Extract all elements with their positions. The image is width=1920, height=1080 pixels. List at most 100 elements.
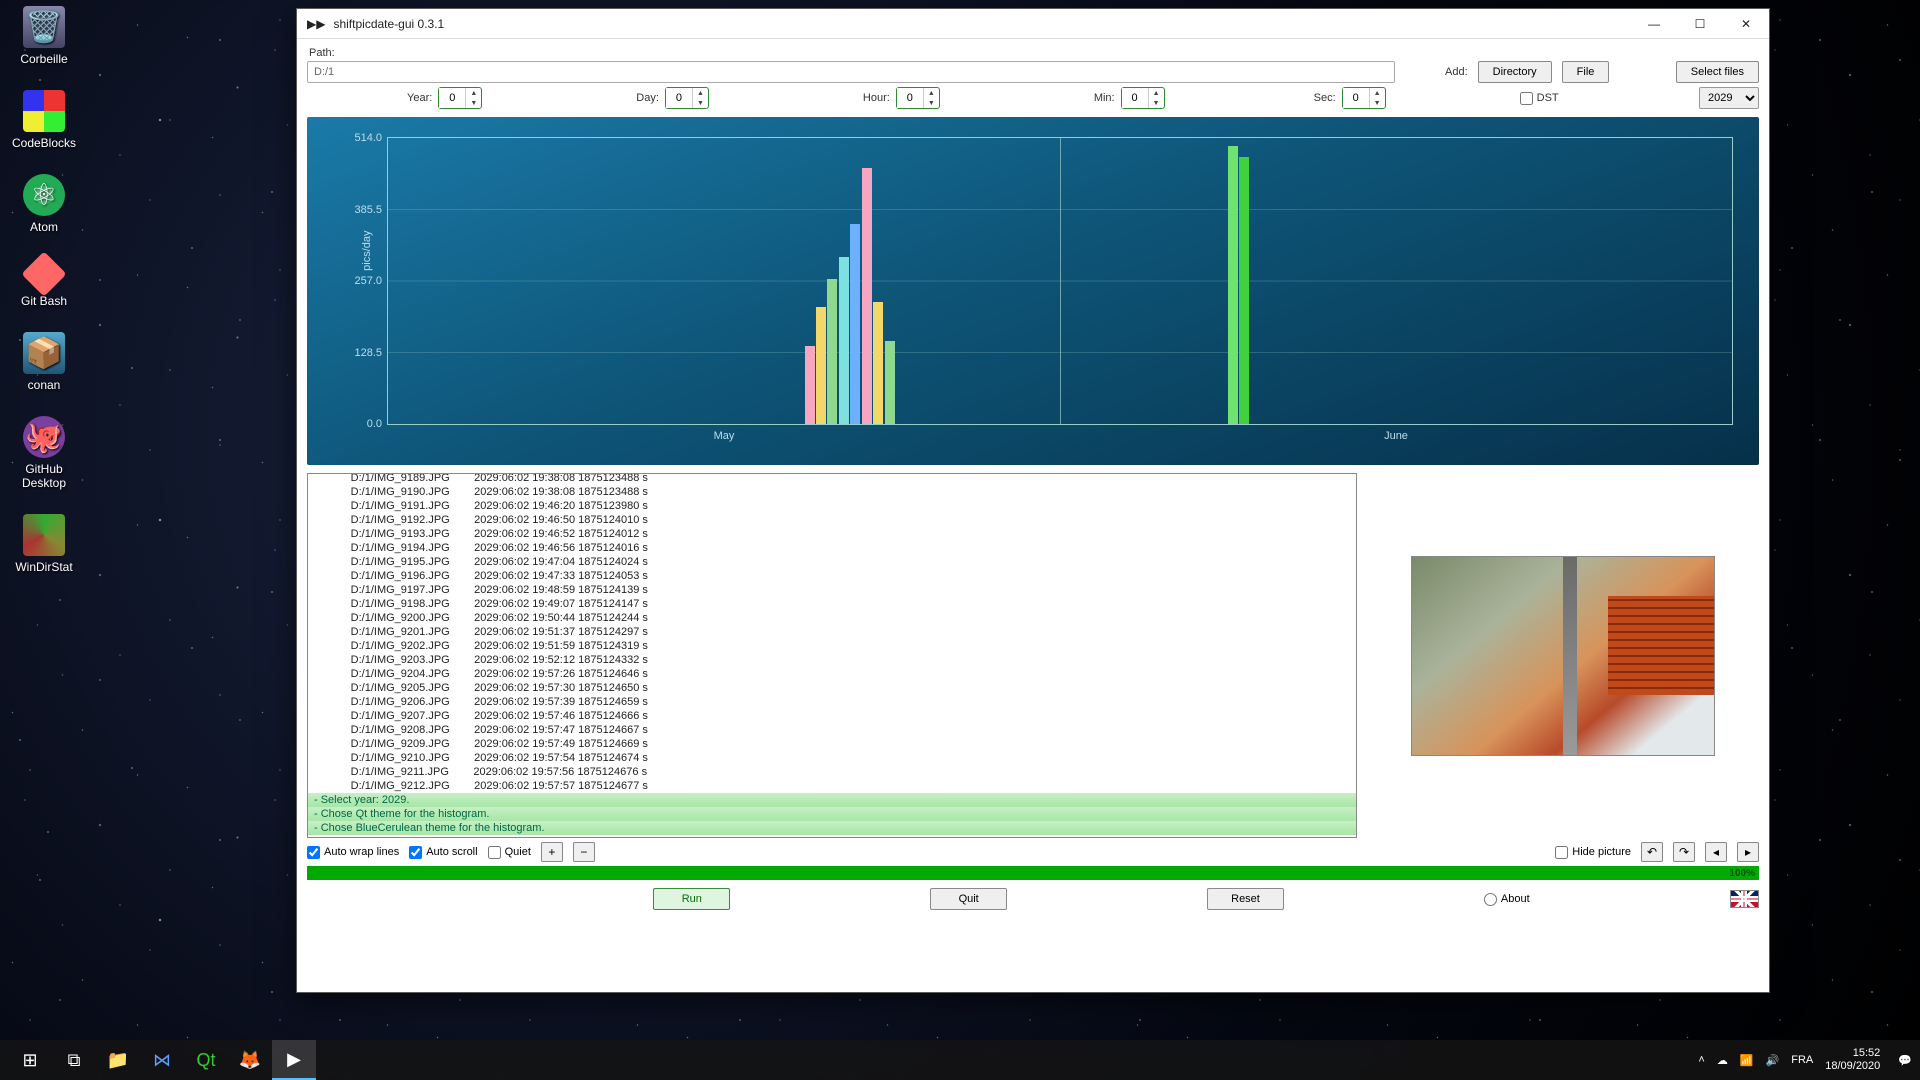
- atom-icon[interactable]: ⚛Atom: [6, 174, 82, 234]
- titlebar[interactable]: ▶▶ shiftpicdate-gui 0.3.1 ― ☐ ✕: [297, 9, 1769, 39]
- log-entry: D:/1/IMG_9195.JPG 2029:06:02 19:47:04 18…: [314, 555, 1350, 569]
- github-desktop-icon[interactable]: 🐙GitHub Desktop: [6, 416, 82, 490]
- chart-ylabel: pics/day: [361, 230, 373, 270]
- log-output[interactable]: D:/1/IMG_9188.JPG 2029:06:02 19:38:08 18…: [307, 473, 1357, 838]
- tray-language[interactable]: FRA: [1791, 1054, 1813, 1066]
- year-label: Year:: [407, 92, 432, 104]
- tray-volume-icon[interactable]: 🔊: [1766, 1054, 1780, 1067]
- log-entry: D:/1/IMG_9198.JPG 2029:06:02 19:49:07 18…: [314, 597, 1350, 611]
- qt-taskbar-icon[interactable]: Qt: [184, 1040, 228, 1080]
- log-entry: D:/1/IMG_9202.JPG 2029:06:02 19:51:59 18…: [314, 639, 1350, 653]
- hour-spinner[interactable]: ▲▼: [896, 87, 940, 109]
- sec-spinner[interactable]: ▲▼: [1342, 87, 1386, 109]
- chart-bar: [850, 224, 860, 424]
- log-entry: D:/1/IMG_9192.JPG 2029:06:02 19:46:50 18…: [314, 513, 1350, 527]
- font-decrease-button[interactable]: −: [573, 842, 595, 862]
- dst-checkbox[interactable]: DST: [1520, 92, 1559, 105]
- path-label: Path:: [309, 47, 1759, 59]
- tray-cloud-icon[interactable]: ☁: [1717, 1054, 1728, 1067]
- year-dropdown[interactable]: 2029: [1699, 87, 1759, 109]
- taskbar-clock[interactable]: 15:5218/09/2020: [1825, 1047, 1886, 1073]
- chart-bar: [827, 279, 837, 424]
- about-radio[interactable]: About: [1484, 893, 1530, 906]
- notifications-icon[interactable]: 💬: [1898, 1054, 1912, 1067]
- rotate-right-button[interactable]: ↷: [1673, 842, 1695, 862]
- year-spinner[interactable]: ▲▼: [438, 87, 482, 109]
- image-preview[interactable]: [1411, 556, 1715, 756]
- taskbar: ⊞ ⧉ 📁 ⋈ Qt 🦊 ▶ ˄ ☁ 📶 🔊 FRA 15:5218/09/20…: [0, 1040, 1920, 1080]
- progress-bar: 100%: [307, 866, 1759, 880]
- tray-wifi-icon[interactable]: 📶: [1740, 1054, 1754, 1067]
- log-entry: D:/1/IMG_9209.JPG 2029:06:02 19:57:49 18…: [314, 737, 1350, 751]
- log-entry: D:/1/IMG_9207.JPG 2029:06:02 19:57:46 18…: [314, 709, 1350, 723]
- log-entry: D:/1/IMG_9197.JPG 2029:06:02 19:48:59 18…: [314, 583, 1350, 597]
- chart-bar: [1228, 146, 1238, 424]
- hour-label: Hour:: [863, 92, 890, 104]
- top-controls: Path: Add: Directory File Select files Y…: [297, 39, 1769, 111]
- day-label: Day:: [636, 92, 659, 104]
- quit-button[interactable]: Quit: [930, 888, 1007, 910]
- maximize-button[interactable]: ☐: [1677, 9, 1723, 39]
- xlabel-june: June: [1384, 430, 1408, 442]
- log-status: - Chose Qt theme for the histogram.: [308, 807, 1356, 821]
- desktop-icons: 🗑️Corbeille CodeBlocks ⚛Atom Git Bash 📦c…: [6, 6, 106, 598]
- chart-bar: [816, 307, 826, 424]
- codeblocks-icon[interactable]: CodeBlocks: [6, 90, 82, 150]
- day-spinner[interactable]: ▲▼: [665, 87, 709, 109]
- conan-icon[interactable]: 📦conan: [6, 332, 82, 392]
- path-input[interactable]: [307, 61, 1395, 83]
- log-entry: D:/1/IMG_9201.JPG 2029:06:02 19:51:37 18…: [314, 625, 1350, 639]
- chart-bar: [1239, 157, 1249, 424]
- log-entry: D:/1/IMG_9212.JPG 2029:06:02 19:57:57 18…: [314, 779, 1350, 793]
- sec-label: Sec:: [1314, 92, 1336, 104]
- log-entry: D:/1/IMG_9210.JPG 2029:06:02 19:57:54 18…: [314, 751, 1350, 765]
- app-taskbar-icon[interactable]: ▶: [272, 1040, 316, 1080]
- log-entry: D:/1/IMG_9200.JPG 2029:06:02 19:50:44 18…: [314, 611, 1350, 625]
- log-status: - Chose BlueCerulean theme for the histo…: [308, 821, 1356, 835]
- log-entry: D:/1/IMG_9191.JPG 2029:06:02 19:46:20 18…: [314, 499, 1350, 513]
- directory-button[interactable]: Directory: [1478, 61, 1552, 83]
- app-window: ▶▶ shiftpicdate-gui 0.3.1 ― ☐ ✕ Path: Ad…: [296, 8, 1770, 993]
- image-preview-pane: [1367, 473, 1759, 838]
- explorer-taskbar-icon[interactable]: 📁: [96, 1040, 140, 1080]
- app-title: shiftpicdate-gui 0.3.1: [333, 17, 444, 31]
- log-entry: D:/1/IMG_9206.JPG 2029:06:02 19:57:39 18…: [314, 695, 1350, 709]
- log-entry: D:/1/IMG_9203.JPG 2029:06:02 19:52:12 18…: [314, 653, 1350, 667]
- month-separator: [1060, 138, 1061, 424]
- chart-bar: [885, 341, 895, 424]
- run-button[interactable]: Run: [653, 888, 730, 910]
- select-files-button[interactable]: Select files: [1676, 61, 1759, 83]
- windirstat-icon[interactable]: WinDirStat: [6, 514, 82, 574]
- chart-bar: [862, 168, 872, 424]
- log-entry: D:/1/IMG_9205.JPG 2029:06:02 19:57:30 18…: [314, 681, 1350, 695]
- close-button[interactable]: ✕: [1723, 9, 1769, 39]
- chart-bar: [805, 346, 815, 424]
- histogram-chart[interactable]: pics/day 0.0 128.5 257.0 385.5 514.0 May…: [307, 117, 1759, 465]
- system-tray: ˄ ☁ 📶 🔊 FRA 15:5218/09/2020 💬: [1698, 1047, 1912, 1073]
- gitbash-icon[interactable]: Git Bash: [6, 258, 82, 308]
- log-entry: D:/1/IMG_9208.JPG 2029:06:02 19:57:47 18…: [314, 723, 1350, 737]
- quiet-checkbox[interactable]: Quiet: [488, 846, 531, 859]
- next-image-button[interactable]: ▸: [1737, 842, 1759, 862]
- start-button[interactable]: ⊞: [8, 1040, 52, 1080]
- log-entry: D:/1/IMG_9190.JPG 2029:06:02 19:38:08 18…: [314, 485, 1350, 499]
- minimize-button[interactable]: ―: [1631, 9, 1677, 39]
- file-button[interactable]: File: [1562, 61, 1610, 83]
- task-view-button[interactable]: ⧉: [52, 1040, 96, 1080]
- recycle-bin-icon[interactable]: 🗑️Corbeille: [6, 6, 82, 66]
- chart-bar: [873, 302, 883, 424]
- log-entry: D:/1/IMG_9189.JPG 2029:06:02 19:38:08 18…: [314, 473, 1350, 485]
- autoscroll-checkbox[interactable]: Auto scroll: [409, 846, 477, 859]
- min-spinner[interactable]: ▲▼: [1121, 87, 1165, 109]
- add-label: Add:: [1445, 66, 1468, 78]
- prev-image-button[interactable]: ◂: [1705, 842, 1727, 862]
- vscode-taskbar-icon[interactable]: ⋈: [140, 1040, 184, 1080]
- reset-button[interactable]: Reset: [1207, 888, 1284, 910]
- tray-chevron-icon[interactable]: ˄: [1698, 1054, 1704, 1066]
- autowrap-checkbox[interactable]: Auto wrap lines: [307, 846, 399, 859]
- hide-picture-checkbox[interactable]: Hide picture: [1555, 846, 1631, 859]
- font-increase-button[interactable]: +: [541, 842, 563, 862]
- firefox-taskbar-icon[interactable]: 🦊: [228, 1040, 272, 1080]
- language-flag-icon[interactable]: [1730, 890, 1759, 908]
- rotate-left-button[interactable]: ↶: [1641, 842, 1663, 862]
